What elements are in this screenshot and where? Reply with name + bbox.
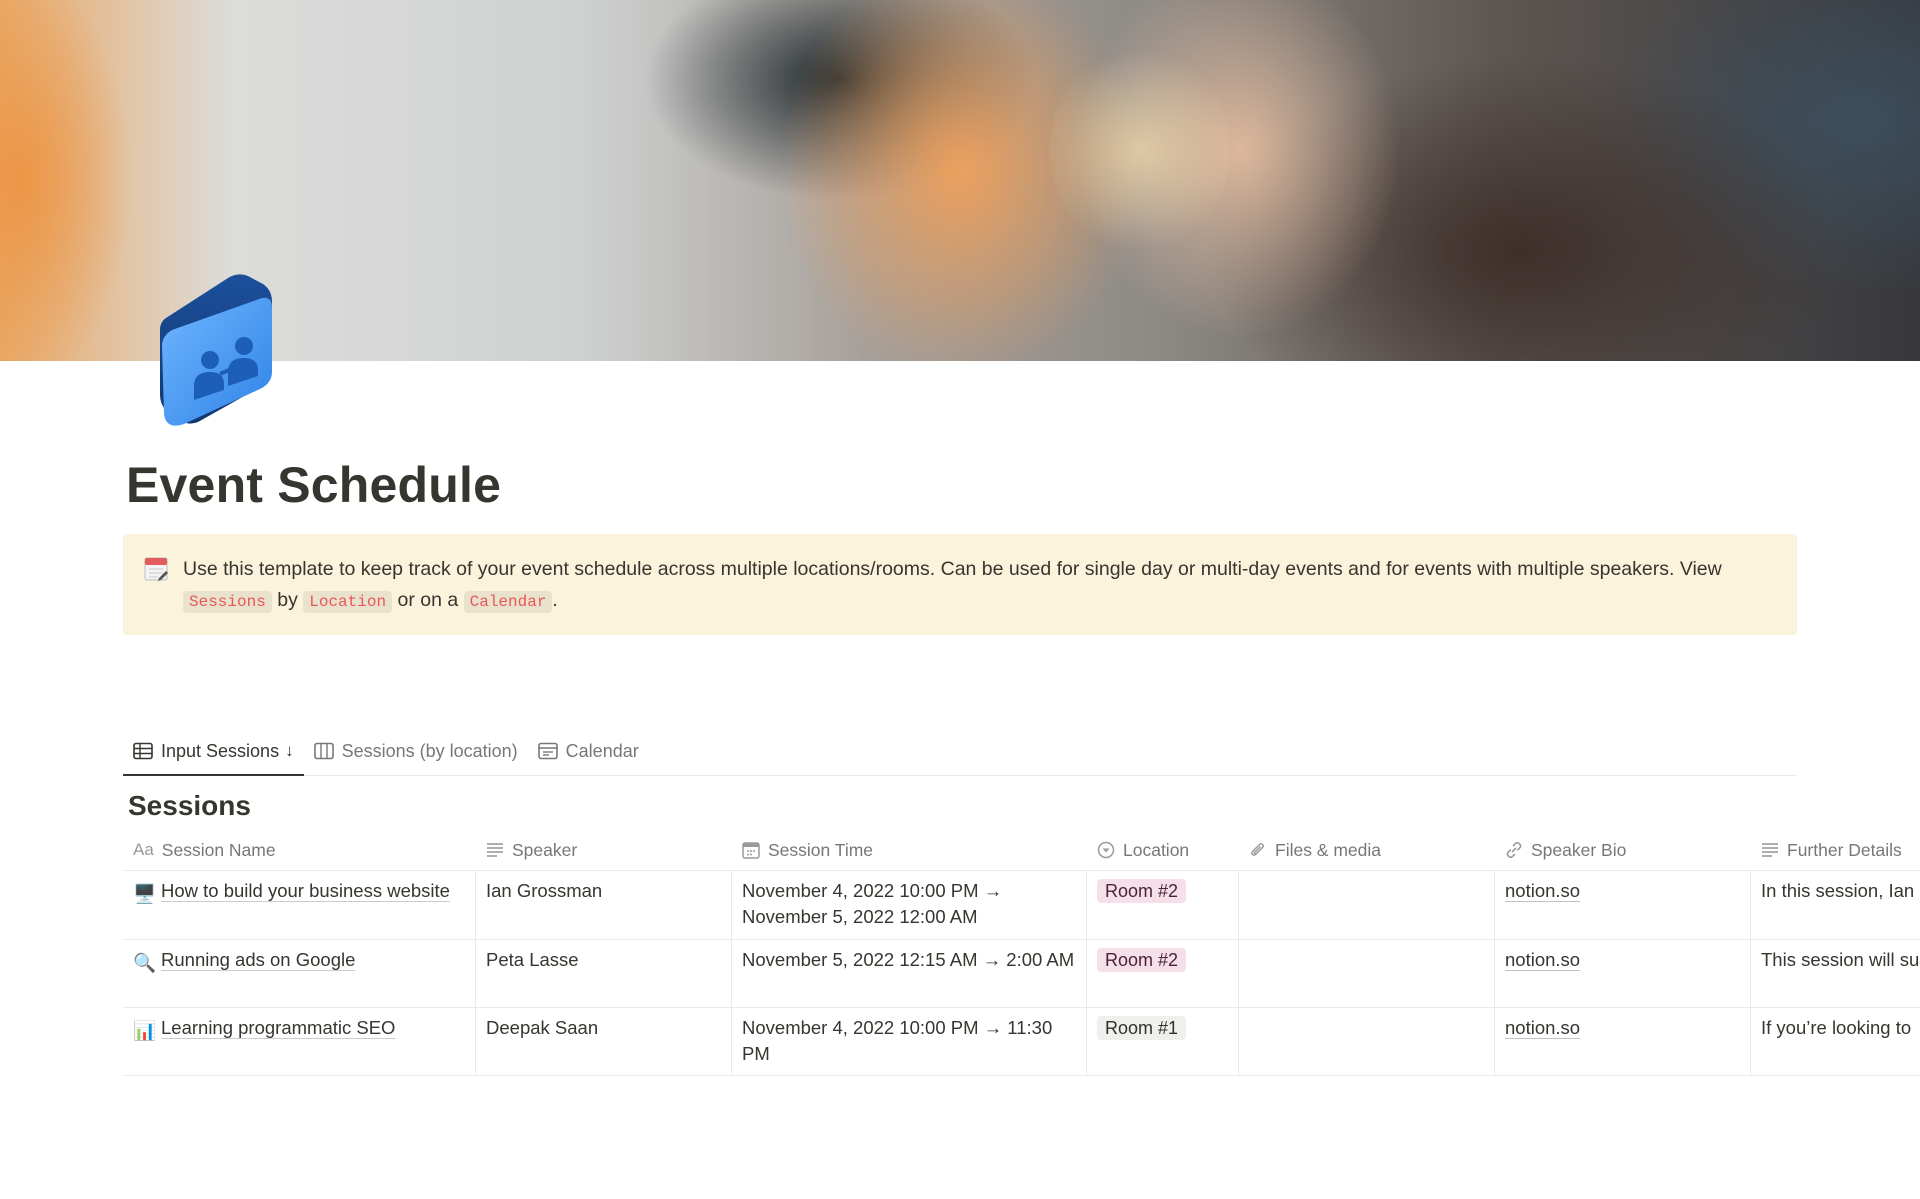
callout-text-by: by (271, 589, 304, 611)
callout-text-or: or on a (392, 589, 464, 611)
column-header-speaker[interactable]: Speaker (476, 829, 732, 870)
column-header-session-name[interactable]: Aa Session Name (123, 829, 476, 870)
files-media-cell[interactable] (1239, 1008, 1495, 1075)
column-label: Location (1123, 839, 1190, 860)
column-label: Session Time (768, 839, 874, 860)
table-header-row: Aa Session Name Speaker Session Time Loc… (123, 829, 1920, 871)
inline-code-sessions: Sessions (183, 591, 272, 613)
desktop-computer-icon: 🖥️ (133, 883, 157, 904)
speaker-bio-link[interactable]: notion.so (1505, 1017, 1580, 1038)
database-title[interactable]: Sessions (128, 790, 251, 822)
column-header-session-time[interactable]: Session Time (732, 829, 1087, 870)
session-name[interactable]: Learning programmatic SEO (161, 1017, 395, 1038)
calendar-icon (537, 742, 558, 760)
speaker-bio-link[interactable]: notion.so (1505, 880, 1580, 901)
tab-label: Calendar (565, 740, 639, 761)
speaker-cell[interactable]: Deepak Saan (476, 1008, 732, 1075)
location-tag: Room #2 (1097, 879, 1187, 903)
location-tag: Room #1 (1097, 1016, 1187, 1040)
board-icon (313, 742, 334, 760)
session-name[interactable]: Running ads on Google (161, 949, 355, 970)
inline-code-location: Location (303, 591, 393, 613)
speaker-bio-cell[interactable]: notion.so (1495, 1008, 1751, 1075)
inline-code-calendar: Calendar (463, 591, 553, 613)
column-label: Speaker (512, 839, 578, 860)
column-header-speaker-bio[interactable]: Speaker Bio (1495, 829, 1751, 870)
session-name[interactable]: How to build your business website (161, 880, 450, 901)
table-row[interactable]: 📊 Learning programmatic SEO Deepak Saan N… (123, 1008, 1920, 1076)
callout-block[interactable]: Use this template to keep track of your … (123, 534, 1797, 635)
location-cell[interactable]: Room #2 (1087, 871, 1239, 939)
column-label: Session Name (161, 839, 276, 860)
speaker-bio-cell[interactable]: notion.so (1495, 871, 1751, 939)
further-details-cell[interactable]: This session will su (1751, 940, 1920, 1007)
date-icon (742, 841, 760, 859)
page-cover-image[interactable] (0, 0, 1920, 361)
session-name-cell[interactable]: 📊 Learning programmatic SEO (123, 1008, 476, 1075)
text-lines-icon (1762, 842, 1778, 857)
callout-text-intro: Use this template to keep track of your … (183, 558, 1722, 580)
callout-text[interactable]: Use this template to keep track of your … (183, 554, 1771, 615)
table-row[interactable]: 🖥️ How to build your business website Ian… (123, 871, 1920, 940)
further-details-cell[interactable]: In this session, Ian (1751, 871, 1920, 939)
speaker-bio-link[interactable]: notion.so (1505, 949, 1580, 970)
session-name-cell[interactable]: 🖥️ How to build your business website (123, 871, 476, 939)
bar-chart-icon: 📊 (133, 1020, 157, 1041)
column-header-further-details[interactable]: Further Details (1751, 829, 1920, 870)
location-cell[interactable]: Room #1 (1087, 1008, 1239, 1075)
sessions-table: Aa Session Name Speaker Session Time Loc… (123, 829, 1920, 1076)
text-lines-icon (487, 842, 503, 857)
sort-arrow-down-icon: ↓ (285, 741, 294, 760)
column-header-location[interactable]: Location (1087, 829, 1239, 870)
table-icon (133, 742, 153, 760)
cover-light-glow (1050, 40, 1230, 260)
files-media-cell[interactable] (1239, 871, 1495, 939)
column-label: Further Details (1787, 839, 1902, 860)
calendar-notepad-icon[interactable] (143, 556, 169, 582)
tab-sessions-by-location[interactable]: Sessions (by location) (304, 727, 528, 775)
speaker-bio-cell[interactable]: notion.so (1495, 940, 1751, 1007)
column-label: Speaker Bio (1531, 839, 1627, 860)
people-folder-icon[interactable] (158, 268, 276, 426)
column-header-files-media[interactable]: Files & media (1239, 829, 1495, 870)
link-icon (1506, 841, 1522, 858)
speaker-cell[interactable]: Peta Lasse (476, 940, 732, 1007)
session-name-cell[interactable]: 🔍 Running ads on Google (123, 940, 476, 1007)
tab-input-sessions[interactable]: Input Sessions ↓ (123, 727, 304, 776)
speaker-cell[interactable]: Ian Grossman (476, 871, 732, 939)
tab-label: Sessions (by location) (341, 740, 518, 761)
tab-label: Input Sessions (161, 740, 280, 761)
callout-text-end: . (552, 589, 558, 611)
table-row[interactable]: 🔍 Running ads on Google Peta Lasse Novemb… (123, 940, 1920, 1008)
files-media-cell[interactable] (1239, 940, 1495, 1007)
magnifying-glass-icon: 🔍 (133, 952, 157, 973)
column-label: Files & media (1275, 839, 1382, 860)
location-cell[interactable]: Room #2 (1087, 940, 1239, 1007)
session-time-cell[interactable]: November 4, 2022 10:00 PM → 11:30 PM (732, 1008, 1087, 1075)
title-aa-icon: Aa (133, 839, 154, 859)
paperclip-icon (1251, 842, 1264, 856)
page-title[interactable]: Event Schedule (126, 456, 501, 514)
tab-calendar[interactable]: Calendar (528, 727, 649, 775)
database-view-tabs: Input Sessions ↓ Sessions (by location) … (123, 728, 1797, 776)
session-time-cell[interactable]: November 5, 2022 12:15 AM → 2:00 AM (732, 940, 1087, 1007)
select-icon (1097, 841, 1115, 858)
location-tag: Room #2 (1097, 948, 1187, 972)
further-details-cell[interactable]: If you’re looking to (1751, 1008, 1920, 1075)
session-time-cell[interactable]: November 4, 2022 10:00 PM → November 5, … (732, 871, 1087, 939)
